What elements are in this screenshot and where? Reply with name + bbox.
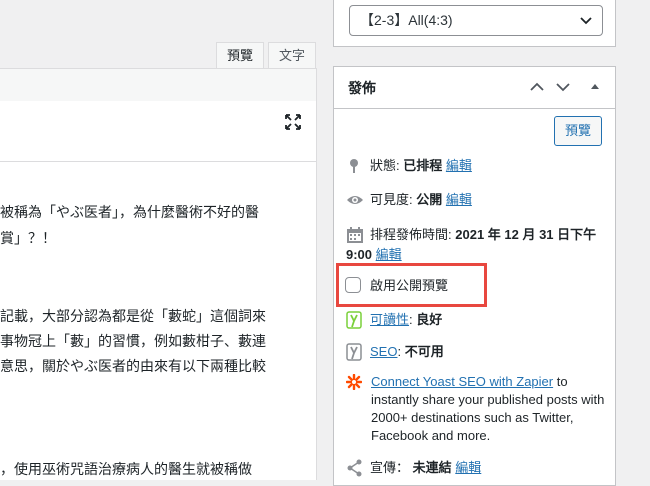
tab-visual[interactable]: 預覽 [215, 42, 264, 68]
pin-icon [350, 159, 358, 173]
content-line: 被稱為「やぶ医者」，為什麼醫術不好的醫 [0, 205, 259, 221]
seo-link[interactable]: SEO [370, 344, 397, 359]
chevron-down-icon[interactable] [556, 80, 570, 94]
readability-link[interactable]: 可讀性 [370, 312, 409, 327]
template-select-value: 【2-3】All(4:3) [360, 12, 453, 28]
chevron-up-icon[interactable] [530, 80, 544, 94]
editor-toolbar [0, 68, 317, 103]
chevron-down-icon [580, 17, 592, 25]
content-line: 事物冠上「藪」的習慣，例如藪柑子、藪連 [0, 334, 266, 350]
content-line: 賞」？！ [0, 231, 56, 247]
publish-panel-header: 發佈 [334, 67, 615, 109]
content-line: 記載，大部分認為都是從「藪蛇」這個詞來 [0, 309, 266, 325]
status-label: 狀態: [370, 158, 400, 173]
share-label: 宣傳： [370, 460, 410, 475]
tab-text[interactable]: 文字 [267, 42, 316, 68]
schedule-time: 9:00 [346, 247, 373, 262]
schedule-label: 排程發佈時間: [370, 227, 452, 242]
preview-button[interactable]: 預覽 [553, 116, 602, 146]
share-value: 未連結 [412, 460, 452, 475]
share-edit-link[interactable]: 編輯 [455, 460, 481, 475]
editor-body[interactable]: 被稱為「やぶ医者」，為什麼醫術不好的醫 賞」？！ 記載，大部分認為都是從「藪蛇」… [0, 101, 317, 480]
template-select[interactable]: 【2-3】All(4:3) [349, 5, 603, 36]
eye-icon [347, 196, 363, 204]
content-line: 意思，關於やぶ医者的由來有以下兩種比較 [0, 359, 266, 375]
seo-value: 不可用 [404, 344, 444, 359]
visibility-value: 公開 [416, 192, 443, 207]
yoast-seo-icon [346, 343, 362, 361]
zapier-promo: Connect Yoast SEO with Zapier to instant… [371, 373, 611, 445]
visibility-edit-link[interactable]: 編輯 [446, 192, 472, 207]
content-line: ，使用巫術咒語治療病人的醫生就被稱做 [0, 462, 252, 478]
readability-value: 良好 [416, 312, 443, 327]
editor-tabs: 預覽 文字 [215, 42, 316, 68]
schedule-edit-link[interactable]: 編輯 [376, 247, 402, 262]
public-preview-checkbox[interactable] [345, 277, 361, 293]
publish-panel-title: 發佈 [348, 80, 376, 96]
schedule-value: 2021 年 12 月 31 日下午 [455, 227, 597, 242]
visibility-label: 可見度: [370, 192, 413, 207]
collapse-toggle-icon[interactable] [590, 81, 600, 91]
zapier-icon [346, 374, 362, 390]
status-value: 已排程 [403, 158, 443, 173]
calendar-icon [347, 227, 363, 243]
template-box: 【2-3】All(4:3) [333, 0, 616, 47]
share-icon [347, 459, 362, 477]
zapier-link[interactable]: Connect Yoast SEO with Zapier [371, 374, 553, 389]
public-preview-label[interactable]: 啟用公開預覽 [370, 277, 448, 295]
status-edit-link[interactable]: 編輯 [446, 158, 472, 173]
editor-area: 預覽 文字 被稱為「やぶ医者」，為什麼醫術不好的醫 賞」？！ 記載，大部分認為都… [0, 0, 317, 480]
fullscreen-expand-icon[interactable] [284, 113, 302, 131]
yoast-readability-icon [346, 311, 362, 329]
editor-head [0, 101, 316, 162]
